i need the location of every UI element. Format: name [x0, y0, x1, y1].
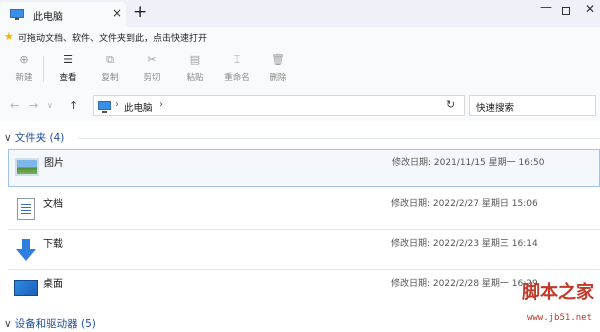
command-bar: ⊕ 新建 ☰ 查看 ⧉ 复制 ✂ 剪切 ▤ 粘贴 ⌶ 重命名 🗑 删除 — [0, 48, 600, 91]
up-arrow-icon[interactable]: ↑ — [69, 99, 78, 112]
item-name: 文档 — [43, 199, 63, 210]
star-icon: ★ — [4, 30, 14, 43]
list-item-documents[interactable]: 文档 修改日期: 2022/2/27 星期日 15:06 — [8, 191, 600, 229]
item-date: 修改日期: 2022/2/23 星期三 16:14 — [391, 239, 538, 249]
breadcrumb-this-pc[interactable]: 此电脑 — [124, 100, 153, 114]
trash-icon: 🗑 — [271, 53, 285, 66]
history-chevron-icon[interactable]: ∨ — [47, 101, 53, 110]
close-window-button[interactable]: ✕ — [585, 2, 595, 16]
rename-button[interactable]: ⌶ 重命名 — [218, 53, 256, 83]
pictures-icon — [15, 158, 39, 176]
search-placeholder: 快速搜索 — [476, 103, 515, 114]
row-divider — [8, 229, 600, 230]
watermark-url: www.jb51.net — [526, 313, 592, 323]
computer-icon — [10, 9, 24, 20]
file-list: ∨ 文件夹 (4) 图片 修改日期: 2021/11/15 星期一 16:50 文… — [0, 121, 600, 332]
paste-icon: ▤ — [189, 53, 201, 66]
back-arrow-icon[interactable]: ← — [10, 99, 19, 112]
new-button[interactable]: ⊕ 新建 — [6, 53, 42, 83]
cut-button[interactable]: ✂ 剪切 — [134, 53, 170, 83]
rename-icon: ⌶ — [233, 53, 241, 66]
group-divider — [78, 138, 600, 139]
group-header-devices[interactable]: ∨ 设备和驱动器 (5) — [4, 316, 96, 331]
search-input[interactable]: 快速搜索 — [469, 95, 596, 116]
breadcrumb-separator: › — [115, 99, 119, 110]
tab-bar: 此电脑 × + — ✕ — [0, 0, 600, 27]
breadcrumb-separator[interactable]: › — [159, 99, 163, 110]
tab-this-pc[interactable]: 此电脑 × — [0, 2, 126, 27]
documents-icon — [17, 198, 35, 220]
minimize-button[interactable]: — — [540, 0, 552, 14]
plus-circle-icon: ⊕ — [19, 53, 29, 66]
chevron-down-icon: ∨ — [4, 318, 12, 330]
item-name: 图片 — [44, 158, 64, 169]
watermark-logo: 脚本之家 — [522, 282, 594, 303]
delete-button[interactable]: 🗑 删除 — [260, 53, 296, 83]
view-lines-icon: ☰ — [63, 53, 73, 66]
tab-close-button[interactable]: × — [112, 6, 122, 20]
view-button[interactable]: ☰ 查看 — [50, 53, 86, 83]
item-date: 修改日期: 2022/2/28 星期一 16:29 — [391, 279, 538, 289]
favorites-bar: ★ 可拖动文档、软件、文件夹到此，点击快速打开 — [0, 27, 600, 48]
toolbar-divider — [43, 56, 44, 82]
list-item-downloads[interactable]: 下载 修改日期: 2022/2/23 星期三 16:14 — [8, 231, 600, 269]
desktop-icon — [14, 280, 38, 296]
favorites-hint: 可拖动文档、软件、文件夹到此，点击快速打开 — [18, 34, 208, 44]
address-bar[interactable]: › 此电脑 › ↻ — [93, 95, 465, 116]
new-tab-button[interactable]: + — [133, 2, 147, 22]
item-name: 下载 — [43, 239, 63, 250]
item-date: 修改日期: 2021/11/15 星期一 16:50 — [392, 158, 545, 168]
forward-arrow-icon[interactable]: → — [29, 99, 38, 112]
list-item-pictures[interactable]: 图片 修改日期: 2021/11/15 星期一 16:50 — [8, 149, 600, 187]
maximize-button[interactable] — [562, 7, 570, 15]
group-header-folders[interactable]: ∨ 文件夹 (4) — [4, 130, 64, 145]
item-name: 桌面 — [43, 279, 63, 290]
refresh-icon[interactable]: ↻ — [446, 98, 455, 111]
computer-icon — [98, 101, 111, 113]
chevron-down-icon: ∨ — [4, 132, 12, 144]
copy-icon: ⧉ — [106, 53, 114, 66]
item-date: 修改日期: 2022/2/27 星期日 15:06 — [391, 199, 538, 209]
scissors-icon: ✂ — [147, 53, 157, 66]
tab-label: 此电脑 — [33, 12, 63, 23]
row-divider — [8, 269, 600, 270]
address-row: ← → ∨ ↑ › 此电脑 › ↻ 快速搜索 — [0, 91, 600, 121]
list-item-desktop[interactable]: 桌面 修改日期: 2022/2/28 星期一 16:29 — [8, 271, 600, 309]
copy-button[interactable]: ⧉ 复制 — [92, 53, 128, 83]
paste-button[interactable]: ▤ 粘贴 — [177, 53, 213, 83]
download-icon — [16, 239, 36, 261]
